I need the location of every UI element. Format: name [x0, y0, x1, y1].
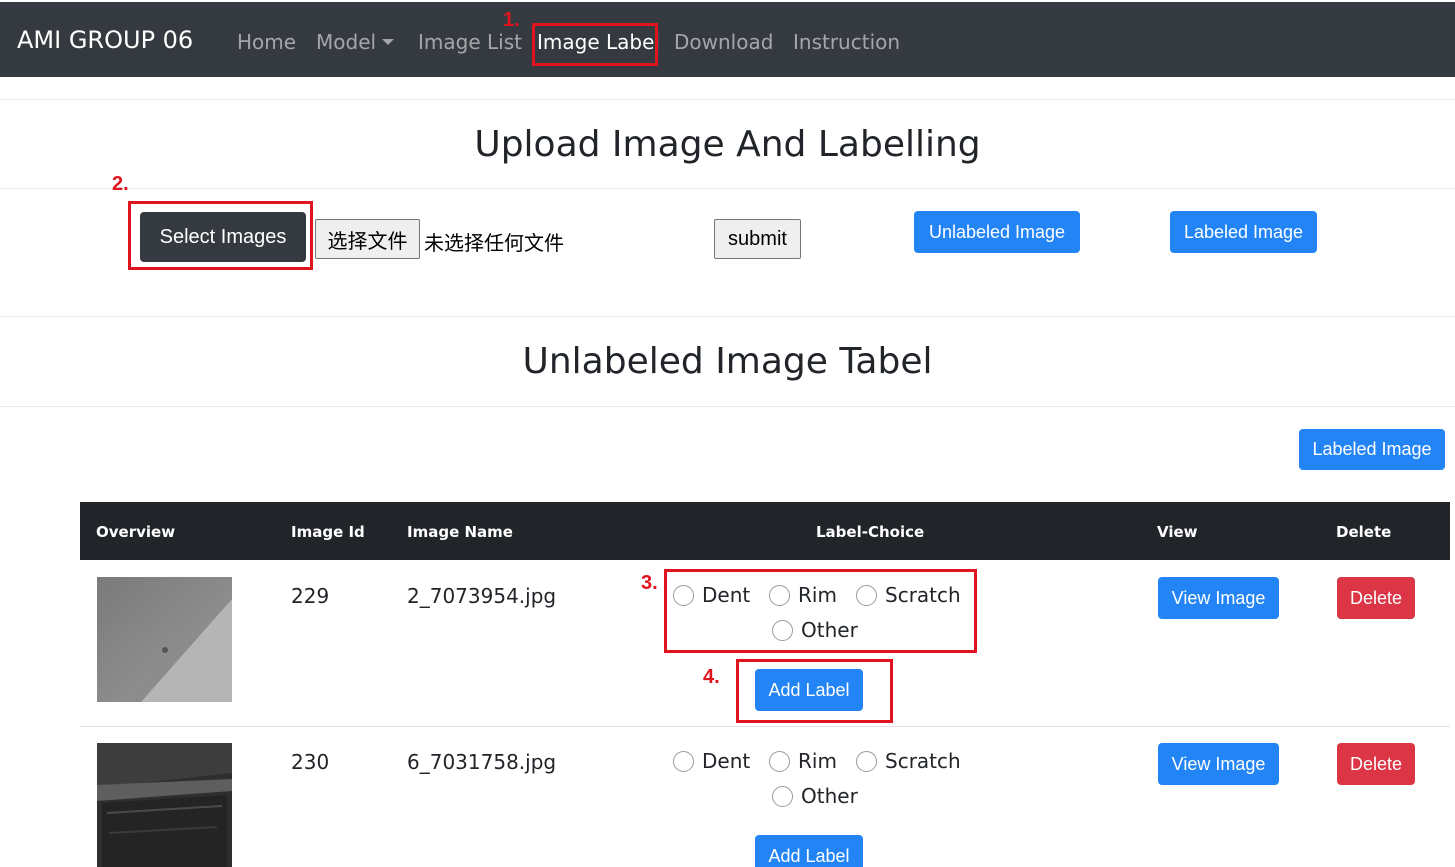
- unlabeled-image-button[interactable]: Unlabeled Image: [914, 211, 1080, 253]
- delete-button[interactable]: Delete: [1337, 577, 1415, 619]
- labeled-image-button[interactable]: Labeled Image: [1299, 429, 1445, 470]
- divider: [0, 99, 1455, 100]
- col-delete: Delete: [1336, 523, 1392, 541]
- brand-logo-text[interactable]: AMI GROUP 06: [17, 26, 193, 54]
- radio-circle-icon: [856, 750, 877, 772]
- col-label-choice: Label-Choice: [816, 523, 925, 541]
- annotation-box-3: [664, 569, 977, 653]
- choose-file-button[interactable]: 选择文件: [315, 219, 420, 259]
- annotation-box-1: [532, 23, 658, 66]
- top-navbar: AMI GROUP 06 Home Model Image List Image…: [0, 2, 1455, 77]
- add-label-button[interactable]: Add Label: [755, 835, 863, 867]
- nav-download[interactable]: Download: [674, 30, 773, 54]
- submit-button[interactable]: submit: [714, 219, 801, 259]
- annotation-number-2: 2.: [112, 173, 129, 195]
- table-header: Overview Image Id Image Name Label-Choic…: [80, 502, 1450, 560]
- nav-home[interactable]: Home: [237, 30, 296, 54]
- radio-label: Dent: [702, 749, 751, 773]
- image-name: 2_7073954.jpg: [407, 584, 557, 608]
- annotation-number-1: 1.: [503, 9, 520, 31]
- col-image-name: Image Name: [407, 523, 513, 541]
- nav-model-label: Model: [316, 30, 377, 54]
- file-status-text: 未选择任何文件: [424, 231, 564, 255]
- col-overview: Overview: [96, 523, 176, 541]
- radio-circle-icon: [772, 785, 793, 807]
- radio-circle-icon: [769, 750, 790, 772]
- radio-dent[interactable]: Dent: [673, 749, 750, 773]
- radio-other[interactable]: Other: [772, 784, 858, 808]
- col-image-id: Image Id: [291, 523, 365, 541]
- select-images-button[interactable]: Select Images: [140, 212, 306, 262]
- image-name: 6_7031758.jpg: [407, 750, 557, 774]
- nav-instruction[interactable]: Instruction: [793, 30, 900, 54]
- col-view: View: [1157, 523, 1198, 541]
- divider: [0, 188, 1455, 189]
- image-thumbnail[interactable]: [97, 743, 232, 867]
- radio-rim[interactable]: Rim: [769, 749, 837, 773]
- divider: [0, 316, 1455, 317]
- radio-circle-icon: [673, 750, 694, 772]
- table-section-title: Unlabeled Image Tabel: [522, 341, 933, 382]
- image-thumbnail[interactable]: [97, 577, 232, 702]
- row-divider: [80, 726, 1450, 727]
- annotation-box-4: [736, 659, 893, 723]
- radio-label: Scratch: [885, 749, 961, 773]
- delete-button[interactable]: Delete: [1337, 743, 1415, 785]
- image-id: 230: [291, 750, 330, 774]
- view-image-button[interactable]: View Image: [1158, 743, 1279, 785]
- labeled-image-button-top[interactable]: Labeled Image: [1170, 211, 1317, 253]
- view-image-button[interactable]: View Image: [1158, 577, 1279, 619]
- divider: [0, 406, 1455, 407]
- radio-label: Rim: [798, 749, 837, 773]
- image-id: 229: [291, 584, 330, 608]
- caret-down-icon: [382, 39, 395, 45]
- radio-label: Other: [801, 784, 858, 808]
- annotation-number-3: 3.: [641, 572, 658, 594]
- annotation-number-4: 4.: [703, 666, 720, 688]
- nav-image-list[interactable]: Image List: [418, 30, 522, 54]
- nav-model-dropdown[interactable]: Model: [316, 30, 395, 54]
- upload-section-title: Upload Image And Labelling: [474, 124, 981, 165]
- radio-scratch[interactable]: Scratch: [856, 749, 961, 773]
